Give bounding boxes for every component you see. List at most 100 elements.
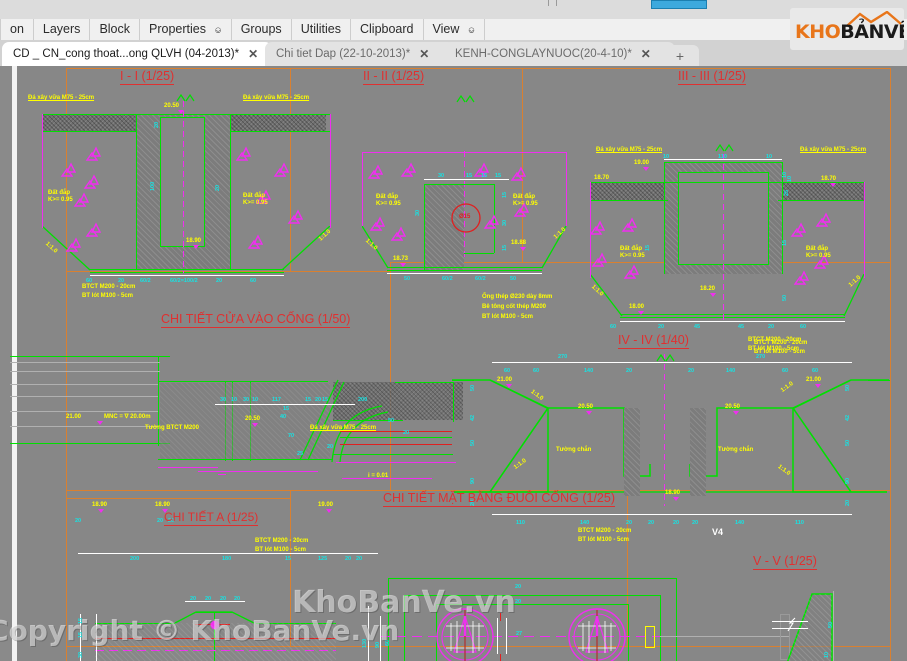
panel-title-detail-cua-vao-cong: CHI TIẾT CỬA VÀO CỐNG (1/50)	[161, 312, 351, 328]
section-arrow-icon	[456, 95, 475, 103]
dim: 200	[130, 556, 140, 562]
reference-line	[10, 371, 160, 372]
menu-item-utilities[interactable]: Utilities	[292, 19, 351, 40]
foundation-line	[218, 474, 226, 475]
dim: 60	[250, 278, 257, 284]
dim: 60/2=100/2	[170, 278, 198, 284]
ribbon-divider	[548, 0, 549, 6]
ribbon-strip	[0, 0, 907, 19]
culvert-void	[160, 118, 204, 246]
dim: 10	[787, 175, 793, 182]
new-tab-button[interactable]: +	[661, 45, 699, 66]
menu-item-properties[interactable]: Properties ⎉	[140, 19, 232, 40]
culvert-line	[340, 444, 452, 445]
connector	[500, 654, 501, 661]
dim: 20	[216, 278, 223, 284]
tab-chi-tiet-dap[interactable]: Chi tiet Dap (22-10-2013)* ✕	[265, 42, 455, 66]
outline	[387, 267, 542, 268]
panel-title-sec-3-3: III - III (1/25)	[678, 69, 747, 85]
dim: 20	[205, 596, 212, 602]
menu-item-on[interactable]: on	[0, 19, 34, 40]
level-marker: 18.90	[92, 502, 108, 508]
panel-title-detail-a: CHI TIẾT A (1/25)	[164, 510, 259, 526]
menu-label: Layers	[42, 22, 81, 36]
outline	[230, 114, 231, 269]
outline	[768, 172, 769, 264]
close-icon[interactable]: ✕	[419, 48, 429, 60]
dim: 45	[738, 324, 745, 330]
dim: 15	[305, 397, 312, 403]
dim: 140	[580, 520, 590, 526]
dim: 100	[150, 181, 156, 191]
menu-item-block[interactable]: Block	[90, 19, 141, 40]
dim: 20	[75, 518, 82, 524]
dim: 20	[118, 278, 125, 284]
menu-item-clipboard[interactable]: Clipboard	[351, 19, 424, 40]
panel-title-mat-bang: CHI TIẾT MẶT BẰNG ĐUÔI CỐNG (1/25)	[383, 491, 615, 507]
menu-label: on	[10, 22, 24, 36]
panel-title-sec-2-2: II - II (1/25)	[363, 69, 425, 85]
drawing-canvas[interactable]: I - I (1/25) Đá xây vữa M75 - 25cm Đá xâ…	[0, 66, 907, 661]
dim: 20	[345, 556, 352, 562]
valve-wheel-icon	[568, 608, 626, 661]
dim: 270	[558, 354, 568, 360]
outline	[388, 578, 676, 579]
outline	[10, 443, 170, 444]
marker-v4: V4	[712, 527, 724, 537]
menu-item-groups[interactable]: Groups	[232, 19, 292, 40]
level-marker: 21.00	[497, 377, 513, 383]
outline	[628, 604, 629, 661]
gate-element	[645, 626, 655, 648]
tab-label: CD _ CN_cong thoat...ong QLVH (04-2013)*	[13, 48, 240, 60]
dim: 60/2	[140, 278, 151, 284]
dim-line	[664, 159, 782, 160]
logo-banve-text: BẢNVẼ	[840, 21, 904, 43]
dim-line	[620, 321, 845, 322]
outline	[333, 454, 453, 455]
watermark-copyright: Copyright © KhoBanVe.vn	[0, 614, 400, 647]
dim: 30	[243, 397, 250, 403]
note-stone: Đá xây vữa M75 - 25cm	[310, 425, 377, 431]
menu-bar: on Layers Block Properties ⎉ Groups Util…	[0, 19, 907, 41]
level-triangle-icon	[193, 245, 199, 249]
dim: 20	[688, 368, 695, 374]
note-steel-pipe: Ống thép Ø230 dày 8mm	[482, 294, 553, 300]
menu-item-view[interactable]: View ⎉	[424, 19, 486, 40]
dim: 60	[800, 324, 807, 330]
menu-item-layers[interactable]: Layers	[34, 19, 91, 40]
note-fill-left: Đất đắp K>= 0.95	[620, 246, 645, 259]
dim: 42	[845, 414, 851, 421]
level-triangle-icon	[520, 247, 526, 251]
ribbon-active-tool[interactable]	[651, 0, 707, 9]
soil-fill-symbols	[367, 162, 530, 241]
tab-kenh-conglaynuoc[interactable]: KENH-CONGLAYNUOC(20-4-10)* ✕	[444, 42, 675, 66]
dim: 110	[516, 520, 525, 526]
dim: 15	[645, 244, 651, 251]
close-icon[interactable]: ✕	[248, 48, 258, 60]
note-stone-right: Đá xây vữa M75 - 25cm	[800, 147, 867, 153]
level-marker: 18.70	[821, 176, 837, 182]
water-level-label: MNC = ∇ 20.00m	[104, 414, 151, 420]
note-btct: BTCT M200 - 20cm	[255, 538, 309, 544]
outline	[42, 131, 137, 132]
menu-label: View	[432, 22, 460, 36]
level-triangle-icon	[326, 509, 332, 513]
level-marker: 18.70	[594, 175, 610, 181]
centerline	[723, 154, 724, 322]
note-stone-right: Đá xây vữa M75 - 25cm	[243, 95, 310, 101]
dim: 20	[845, 499, 851, 506]
dim: 20	[157, 518, 164, 524]
outline	[158, 356, 159, 446]
section-arrow-icon	[715, 144, 734, 152]
retaining-walls-outline	[452, 379, 889, 493]
tab-cd-cn-cong-thoat[interactable]: CD _ CN_cong thoat...ong QLVH (04-2013)*…	[2, 42, 272, 66]
close-icon[interactable]: ✕	[641, 48, 651, 60]
dim-line	[78, 553, 378, 554]
dim: 60	[812, 368, 819, 374]
connector	[506, 618, 507, 654]
dim: 20	[658, 324, 665, 330]
reference-line	[10, 426, 158, 427]
menu-label: Properties	[149, 22, 206, 36]
logo-wordmark: KHOBẢNVẼ	[795, 21, 904, 43]
outline	[42, 114, 330, 115]
